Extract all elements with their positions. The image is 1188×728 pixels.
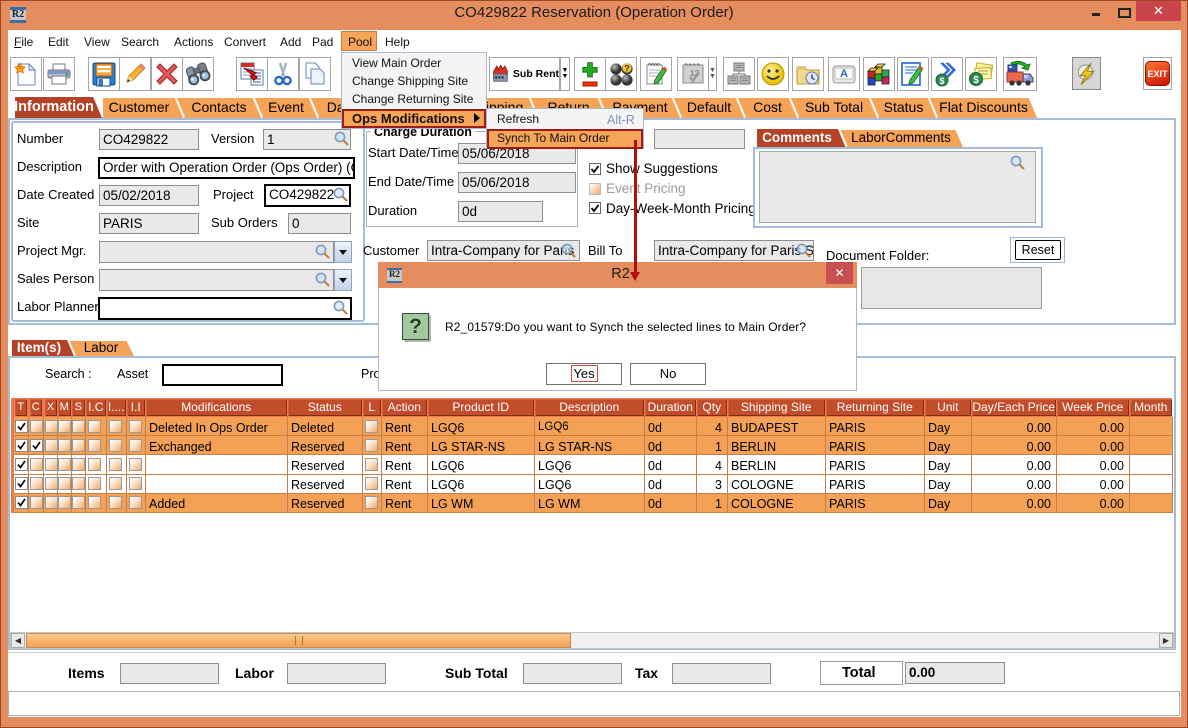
svg-text:$: $ [973,75,979,86]
svg-text:A: A [840,68,848,80]
svg-text:$: $ [939,76,944,86]
svg-text:?: ? [624,64,630,74]
